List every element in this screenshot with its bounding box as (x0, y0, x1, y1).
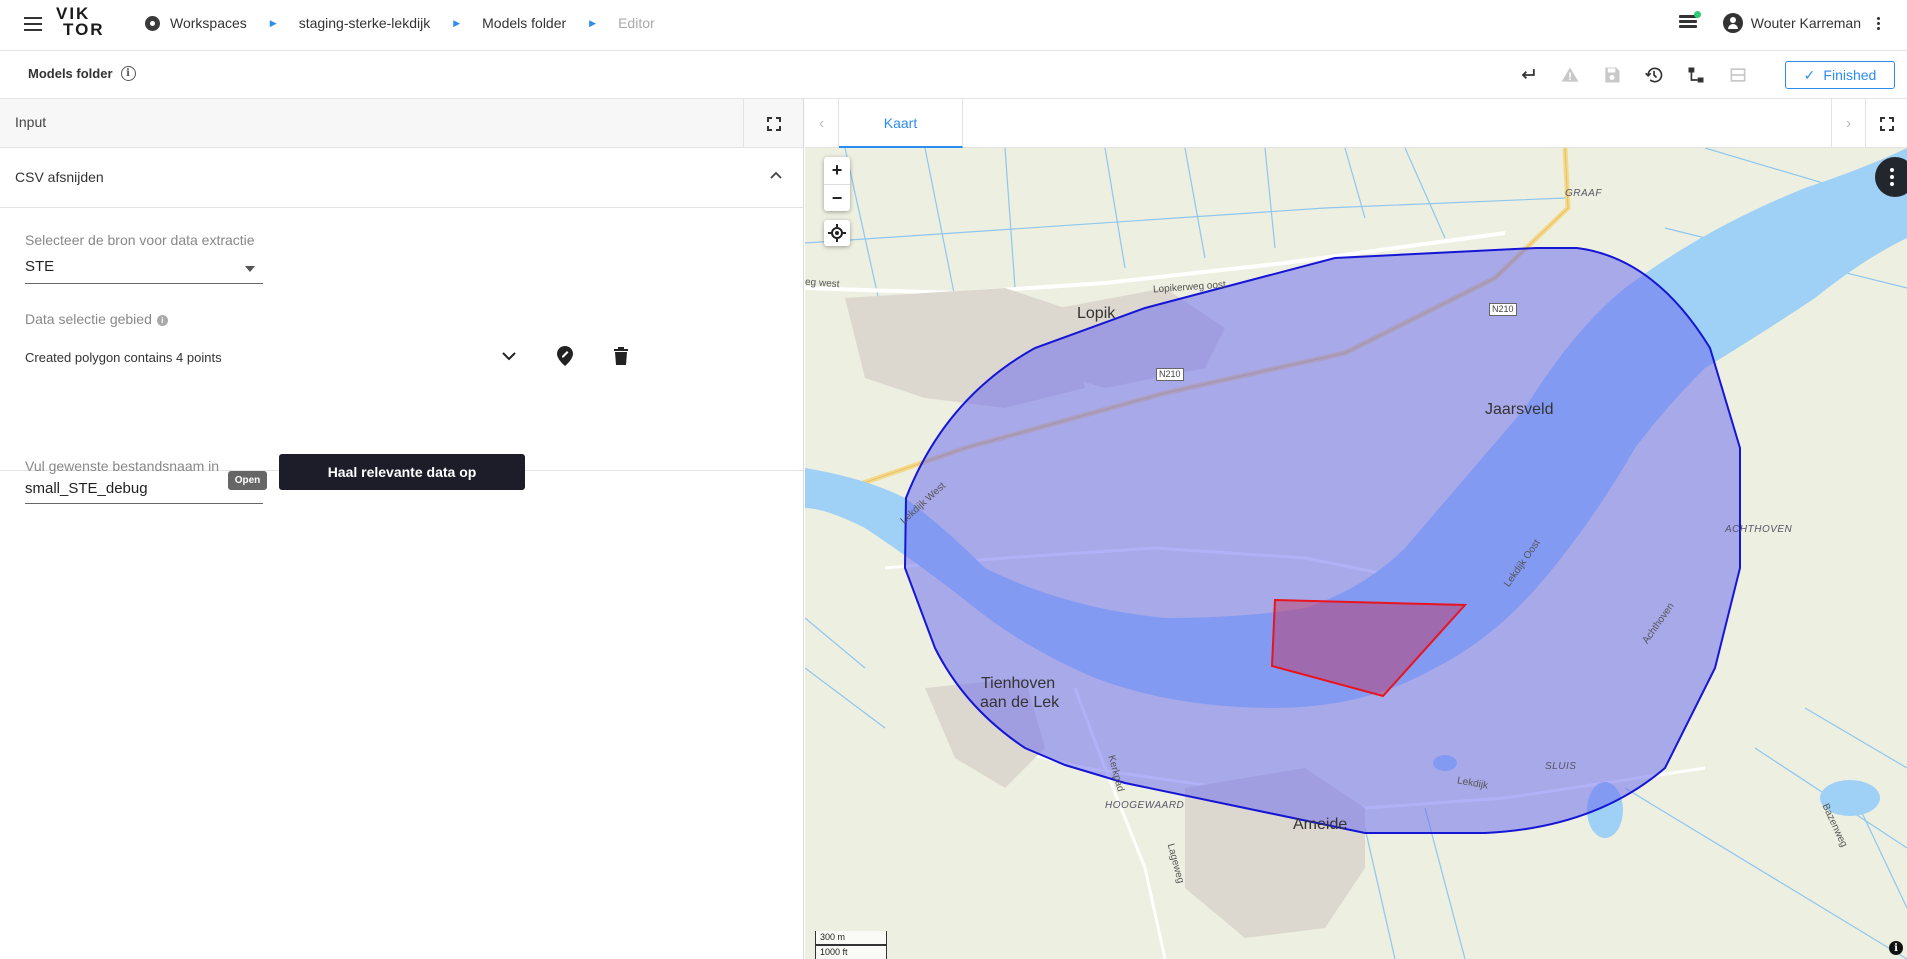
fullscreen-icon (766, 116, 781, 131)
entity-title-container: Models folder i (28, 66, 136, 81)
breadcrumb-models-folder[interactable]: Models folder (482, 15, 566, 31)
warning-icon (1561, 67, 1579, 82)
view-panel: ‹ Kaart › Lopik Jaarsveld Tienhoven aan … (805, 99, 1907, 959)
expand-input-button[interactable] (743, 99, 803, 148)
section-title: CSV afsnijden (15, 169, 104, 185)
attribution-info-icon[interactable]: i (1889, 941, 1903, 955)
breadcrumb: Workspaces ▶ staging-sterke-lekdijk ▶ Mo… (145, 15, 655, 31)
chevron-left-icon[interactable]: ‹ (805, 99, 839, 148)
finished-label: Finished (1823, 67, 1877, 83)
workspace-icon (145, 15, 160, 31)
top-right-controls: Wouter Karreman (1678, 11, 1881, 33)
user-avatar-icon[interactable] (1722, 13, 1743, 33)
layout-icon (1730, 68, 1746, 82)
more-vertical-icon (1890, 168, 1894, 186)
filename-value: small_STE_debug (25, 480, 148, 497)
return-button[interactable] (1515, 62, 1541, 88)
user-name[interactable]: Wouter Karreman (1751, 15, 1861, 31)
check-icon: ✓ (1803, 66, 1816, 83)
scale-bar: 300 m 1000 ft (815, 931, 887, 959)
expand-view-button[interactable] (1865, 99, 1907, 148)
chevron-up-icon (770, 171, 782, 179)
fullscreen-icon (1879, 116, 1894, 131)
entity-tree-button[interactable] (1683, 62, 1709, 88)
locate-button[interactable] (824, 220, 850, 246)
menu-icon[interactable] (24, 17, 42, 31)
scale-feet: 1000 ft (815, 945, 887, 959)
info-icon[interactable]: i (156, 314, 168, 326)
dropdown-arrow-icon (245, 266, 255, 272)
save-icon (1605, 67, 1620, 83)
viktor-logo[interactable]: VIK TOR (56, 5, 105, 39)
logo-line-2: TOR (63, 20, 105, 39)
entity-title: Models folder (28, 66, 113, 81)
input-panel: Input CSV afsnijden Selecteer de bron vo… (0, 99, 804, 959)
breadcrumb-separator-icon: ▶ (269, 17, 277, 28)
zoom-control: + − (824, 157, 850, 211)
scale-meters: 300 m (815, 931, 887, 945)
map-view[interactable]: Lopik Jaarsveld Tienhoven aan de Lek Ame… (805, 148, 1907, 959)
save-button[interactable] (1599, 62, 1625, 88)
more-options-icon[interactable] (1877, 16, 1881, 30)
filename-label: Vul gewenste bestandsnaam in (25, 458, 220, 474)
hierarchy-icon (1688, 67, 1704, 83)
road-label: eg west (805, 276, 840, 291)
section-csv-header[interactable]: CSV afsnijden (0, 148, 803, 208)
section-csv-body: Selecteer de bron voor data extractie ST… (0, 208, 803, 504)
breadcrumb-editor: Editor (618, 15, 655, 31)
chevron-down-icon (502, 352, 516, 361)
info-icon[interactable]: i (120, 66, 136, 81)
delete-polygon-button[interactable] (609, 344, 633, 368)
map-menu-button[interactable] (1875, 157, 1907, 197)
trash-icon (614, 347, 628, 365)
area-label-container: Data selectie gebied i (25, 311, 168, 327)
polygon-summary: Created polygon contains 4 points (25, 350, 222, 365)
place-label-ameide: Ameide (1293, 816, 1348, 833)
expand-polygon-button[interactable] (497, 344, 521, 368)
entity-bar: Models folder i ✓ Finished (0, 51, 1907, 99)
map-canvas[interactable] (805, 148, 1907, 959)
breadcrumb-workspace[interactable]: staging-sterke-lekdijk (299, 15, 431, 31)
place-label-lopik: Lopik (1077, 305, 1116, 322)
finished-button[interactable]: ✓ Finished (1785, 61, 1895, 89)
zoom-out-button[interactable]: − (824, 184, 850, 211)
place-label-jaarsveld: Jaarsveld (1485, 401, 1554, 418)
history-icon (1645, 67, 1663, 83)
fetch-data-button[interactable]: Haal relevante data op (279, 454, 525, 490)
edit-location-button[interactable] (553, 344, 577, 368)
input-panel-header: Input (0, 99, 803, 148)
history-button[interactable] (1641, 62, 1667, 88)
jobs-icon[interactable] (1678, 11, 1701, 31)
input-panel-title: Input (15, 114, 47, 130)
source-value: STE (25, 258, 55, 275)
view-tabs: ‹ Kaart › (805, 99, 1907, 148)
status-dot (1693, 11, 1701, 18)
crosshair-icon (828, 224, 846, 242)
map-pin-edit-icon (557, 346, 573, 366)
warning-button[interactable] (1557, 62, 1583, 88)
layout-button[interactable] (1725, 62, 1751, 88)
area-label: ACHTHOVEN (1725, 524, 1793, 535)
area-label: GRAAF (1565, 188, 1602, 199)
area-label: Data selectie gebied (25, 311, 152, 327)
editor-actions: ✓ Finished (1515, 61, 1907, 89)
area-label: HOOGEWAARD (1105, 800, 1185, 811)
road-shield-n210: N210 (1156, 368, 1184, 381)
breadcrumb-workspaces[interactable]: Workspaces (170, 15, 247, 31)
tab-kaart[interactable]: Kaart (839, 99, 963, 148)
source-select[interactable]: STE (25, 258, 263, 284)
road-shield-n210: N210 (1489, 303, 1517, 316)
place-label-tienhoven: Tienhoven (981, 675, 1056, 692)
breadcrumb-separator-icon: ▶ (453, 17, 461, 28)
top-bar: VIK TOR Workspaces ▶ staging-sterke-lekd… (0, 0, 1907, 51)
place-label-aan-de-lek: aan de Lek (980, 694, 1060, 711)
breadcrumb-separator-icon: ▶ (589, 17, 597, 28)
area-label: SLUIS (1545, 761, 1577, 772)
zoom-in-button[interactable]: + (824, 157, 850, 184)
open-badge[interactable]: Open (228, 471, 267, 490)
return-icon (1521, 69, 1535, 79)
source-label: Selecteer de bron voor data extractie (25, 232, 255, 248)
chevron-right-icon[interactable]: › (1831, 99, 1865, 148)
